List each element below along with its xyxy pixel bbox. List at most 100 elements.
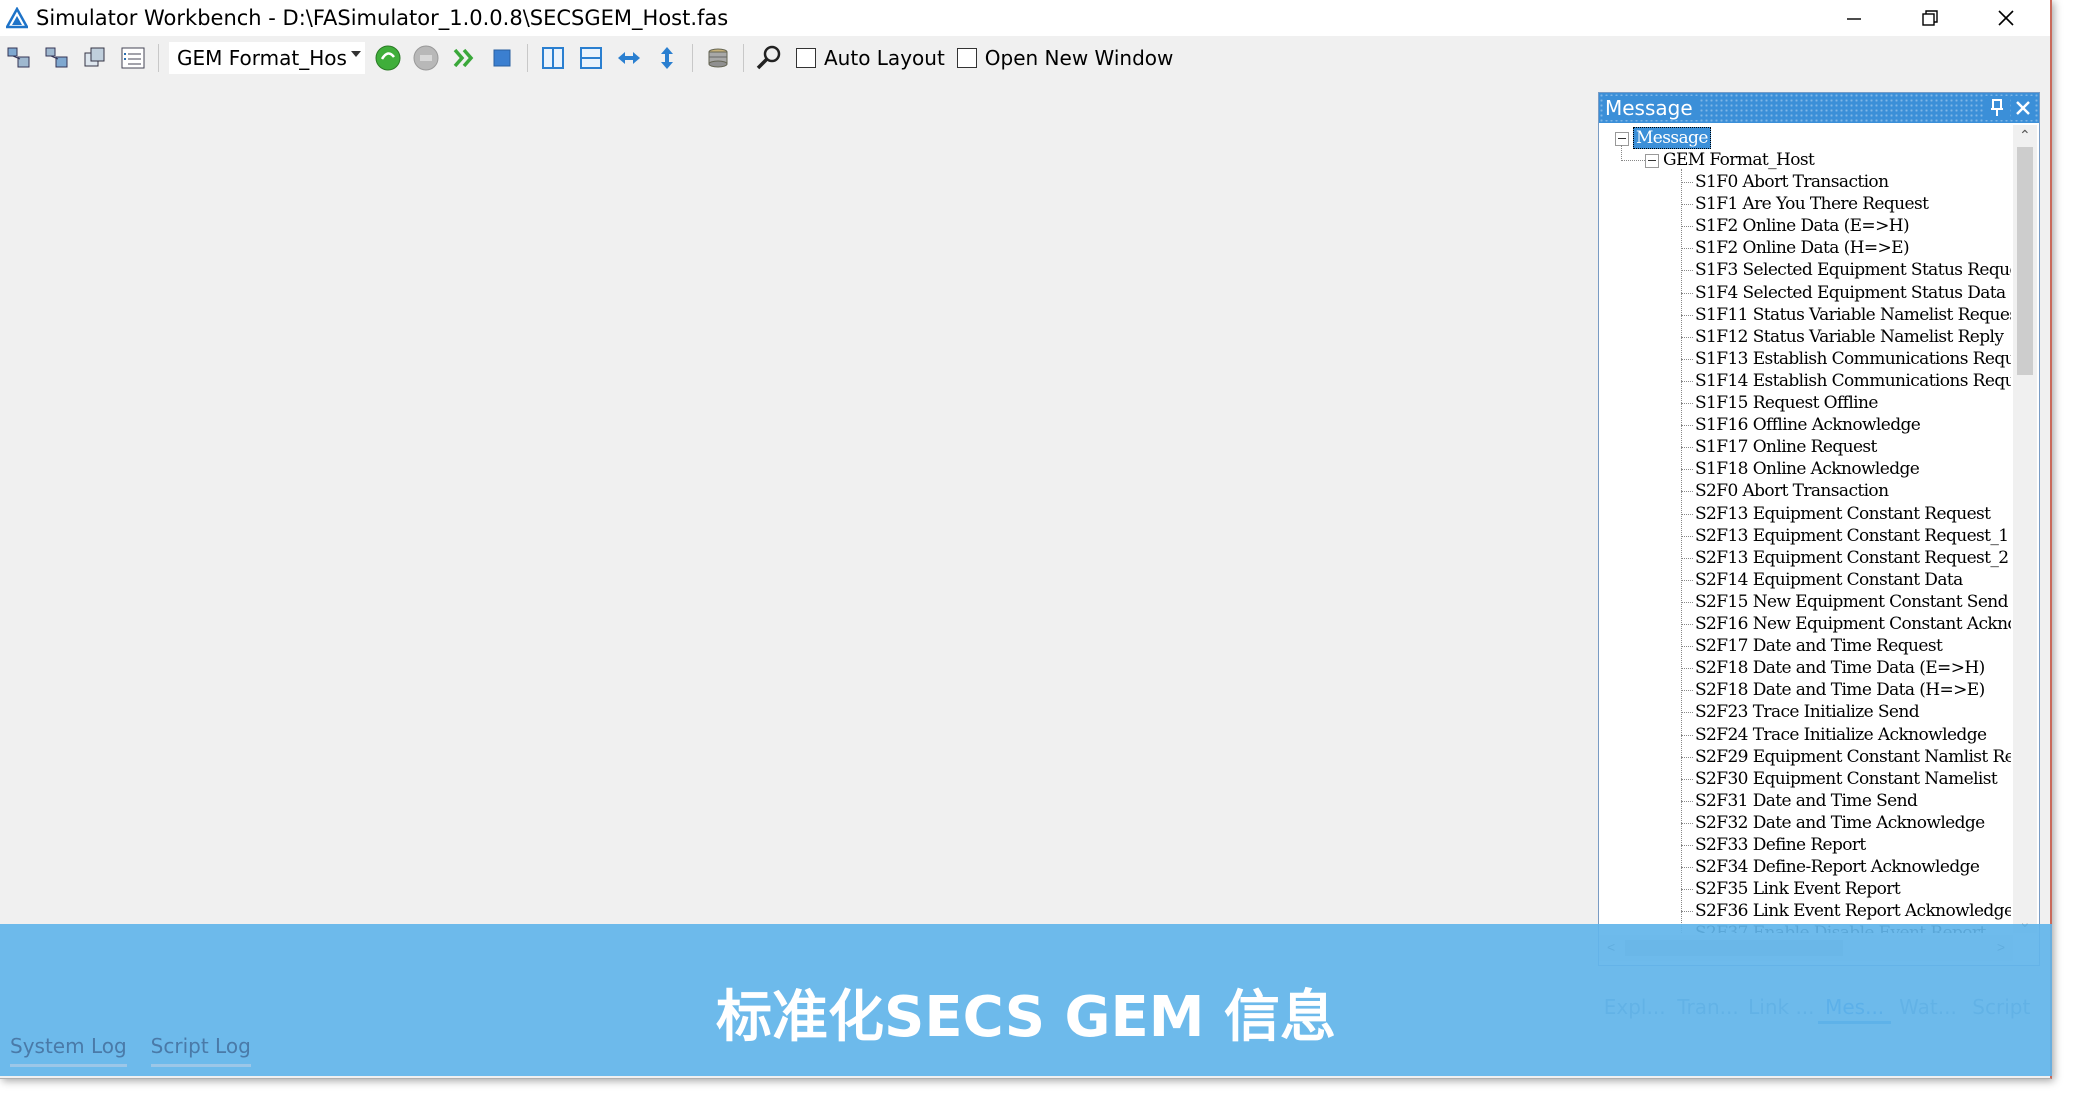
tree-format-node[interactable]: GEM Format_Host [1663,149,1815,171]
message-tree-item[interactable]: S1F2 Online Data (H=>E) [1695,237,1910,259]
vertical-scrollbar[interactable]: ⌃ ⌄ [2013,125,2037,933]
format-combo-value: GEM Format_Hos [177,46,347,70]
auto-layout-checkbox[interactable]: Auto Layout [796,46,945,70]
close-icon [1998,10,2014,26]
message-tree[interactable]: Message GEM Format_Host S1F0 Abort Trans… [1599,125,2011,933]
message-tree-item[interactable]: S1F0 Abort Transaction [1695,171,1889,193]
split-horizontal-button[interactable] [575,42,607,74]
message-tree-item[interactable]: S1F4 Selected Equipment Status Data [1695,282,2006,304]
message-tree-item[interactable]: S2F17 Date and Time Request [1695,635,1943,657]
format-combo[interactable]: GEM Format_Hos [169,42,365,74]
message-tree-item[interactable]: S2F29 Equipment Constant Namlist Req [1695,746,2011,768]
tree-line [1681,646,1693,648]
search-button[interactable] [753,42,785,74]
tree-line [1681,889,1693,891]
scroll-up-icon[interactable]: ⌃ [2019,127,2031,144]
tree-line [1681,535,1693,537]
expand-horizontal-button[interactable] [613,42,645,74]
message-tree-item[interactable]: S1F15 Request Offline [1695,392,1878,414]
message-tree-item[interactable]: S2F35 Link Event Report [1695,878,1901,900]
tree-root-node[interactable]: Message [1633,127,1711,149]
message-tree-item[interactable]: S2F30 Equipment Constant Namelist [1695,768,1998,790]
message-tree-item[interactable]: S1F11 Status Variable Namelist Request [1695,304,2011,326]
pin-icon[interactable] [1985,96,2009,120]
message-tree-item[interactable]: S2F31 Date and Time Send [1695,790,1918,812]
arrows-horizontal-icon [618,52,640,64]
message-tree-item[interactable]: S1F14 Establish Communications Reque [1695,370,2011,392]
split-horizontal-icon [580,47,602,69]
open-new-window-checkbox[interactable]: Open New Window [956,46,1173,70]
message-tree-item[interactable]: S2F13 Equipment Constant Request_1 [1695,525,2009,547]
tree-line [1681,336,1693,338]
message-tree-item[interactable]: S1F16 Offline Acknowledge [1695,414,1921,436]
message-tree-item[interactable]: S1F12 Status Variable Namelist Reply [1695,326,2004,348]
log-tab[interactable]: Script Log [150,1034,251,1067]
split-vertical-icon [542,47,564,69]
tree-line [1681,822,1693,824]
search-icon [756,45,781,70]
connection-button[interactable] [41,42,73,74]
split-vertical-button[interactable] [537,42,569,74]
database-button[interactable] [702,42,734,74]
message-tree-item[interactable]: S1F3 Selected Equipment Status Request [1695,259,2011,281]
log-tab-strip: System Log Script Log [10,1034,275,1067]
tree-line [1621,145,1622,159]
checkbox-box[interactable] [956,48,977,68]
tree-line [1681,403,1693,404]
message-tree-item[interactable]: S1F1 Are You There Request [1695,193,1929,215]
tree-line [1621,160,1645,161]
toolbar-separator [527,44,528,72]
title-bar: Simulator Workbench - D:\FASimulator_1.0… [0,0,2050,36]
tree-line [1681,845,1693,846]
restore-button[interactable] [1892,0,1968,36]
collapse-format-icon[interactable] [1645,154,1659,168]
message-tree-item[interactable]: S2F34 Define-Report Acknowledge [1695,856,1980,878]
message-tree-item[interactable]: S2F16 New Equipment Constant Acknov [1695,613,2011,635]
message-tree-item[interactable]: S1F13 Establish Communications Reque [1695,348,2011,370]
message-tree-item[interactable]: S1F18 Online Acknowledge [1695,458,1920,480]
message-tree-item[interactable]: S2F15 New Equipment Constant Send [1695,591,2009,613]
new-connection-button[interactable] [3,42,35,74]
message-tree-item[interactable]: S1F2 Online Data (E=>H) [1695,215,1910,237]
app-logo-icon [6,7,28,29]
tree-line [1681,447,1693,449]
tree-line [1681,756,1693,758]
disconnect-grey-icon [413,45,439,71]
message-tree-item[interactable]: S2F33 Define Report [1695,834,1866,856]
message-panel-title: Message [1605,96,1699,120]
message-tree-item[interactable]: S2F0 Abort Transaction [1695,480,1889,502]
message-tree-item[interactable]: S2F18 Date and Time Data (E=>H) [1695,657,1985,679]
checkbox-box[interactable] [796,48,816,68]
message-tree-item[interactable]: S2F14 Equipment Constant Data [1695,569,1963,591]
fast-forward-icon [453,48,474,68]
run-button[interactable] [448,42,480,74]
restore-icon [1922,10,1938,26]
log-tab[interactable]: System Log [10,1034,127,1067]
message-tree-item[interactable]: S2F18 Date and Time Data (H=>E) [1695,679,1985,701]
disconnect-button[interactable] [410,42,442,74]
message-tree-item[interactable]: S1F17 Online Request [1695,436,1877,458]
message-tree-item[interactable]: S2F36 Link Event Report Acknowledge [1695,900,2011,922]
tree-line [1681,800,1693,802]
panel-close-icon[interactable] [2011,96,2035,120]
expand-vertical-button[interactable] [651,42,683,74]
stop-button[interactable] [486,42,518,74]
tree-line [1681,226,1693,228]
minimize-button[interactable] [1816,0,1892,36]
tree-line [1681,624,1693,625]
arrows-vertical-icon [661,47,673,69]
message-tree-item[interactable]: S2F23 Trace Initialize Send [1695,701,1920,723]
message-tree-item[interactable]: S2F32 Date and Time Acknowledge [1695,812,1985,834]
tree-line [1681,712,1693,714]
message-tree-item[interactable]: S2F24 Trace Initialize Acknowledge [1695,724,1987,746]
copy-button[interactable] [79,42,111,74]
message-tree-item[interactable]: S2F13 Equipment Constant Request [1695,503,1991,525]
close-button[interactable] [1968,0,2044,36]
tree-line [1681,557,1693,559]
connect-button[interactable] [372,42,404,74]
properties-button[interactable] [117,42,149,74]
collapse-root-icon[interactable] [1615,132,1629,146]
scrollbar-thumb[interactable] [2017,147,2033,375]
tree-line [1681,380,1693,382]
message-tree-item[interactable]: S2F13 Equipment Constant Request_2 [1695,547,2009,569]
